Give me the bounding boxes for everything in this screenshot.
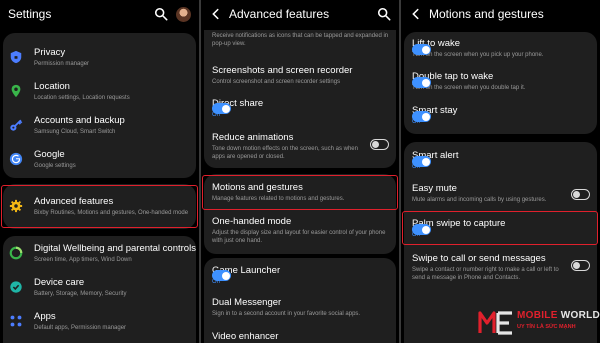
item-one-handed-mode[interactable]: One-handed mode Adjust the display size … <box>204 211 396 251</box>
item-game-launcher[interactable]: Game Launcher On <box>204 260 396 290</box>
swipe-to-call-toggle[interactable] <box>571 260 590 271</box>
item-video-enhancer[interactable]: Video enhancer <box>204 326 396 343</box>
item-lift-to-wake[interactable]: Lift to wake Turn on the screen when you… <box>404 33 597 66</box>
advanced-group-1: Receive notifications as icons that can … <box>204 30 396 168</box>
highlight-box <box>402 211 598 245</box>
page-title: Motions and gestures <box>429 7 544 21</box>
item-title: Easy mute <box>412 183 457 194</box>
google-icon <box>9 152 23 166</box>
item-subtitle: Battery, Storage, Memory, Security <box>34 291 127 297</box>
motions-group-1: Lift to wake Turn on the screen when you… <box>404 32 597 134</box>
item-title: Location <box>34 81 70 92</box>
lift-to-wake-toggle[interactable] <box>412 44 431 55</box>
top-note-row: Receive notifications as icons that can … <box>204 30 396 54</box>
item-subtitle: Tone down motion effects on the screen, … <box>212 146 358 160</box>
item-subtitle: Samsung Cloud, Smart Switch <box>34 129 116 135</box>
settings-header: Settings <box>0 0 199 28</box>
item-title: Swipe to call or send messages <box>412 253 546 264</box>
item-subtitle: Receive notifications as icons that can … <box>212 33 389 47</box>
item-double-tap-wake[interactable]: Double tap to wake Turn on the screen wh… <box>404 66 597 99</box>
item-subtitle: Mute alarms and incoming calls by using … <box>412 197 547 203</box>
page-title: Advanced features <box>229 7 330 21</box>
back-arrow-icon[interactable] <box>209 7 223 21</box>
settings-item-privacy[interactable]: Privacy Permission manager <box>3 43 196 77</box>
item-title: Privacy <box>34 47 66 58</box>
motions-gestures-header: Motions and gestures <box>401 0 600 28</box>
highlight-box <box>1 185 198 228</box>
advanced-group-3: Game Launcher On Dual Messenger Sign in … <box>204 258 396 343</box>
logo-mark-icon <box>478 311 512 335</box>
wellbeing-icon <box>9 246 23 260</box>
location-pin-icon <box>11 84 21 98</box>
direct-share-toggle[interactable] <box>212 103 231 114</box>
item-subtitle: Swipe a contact or number right to make … <box>412 267 559 281</box>
smart-alert-toggle[interactable] <box>412 156 431 167</box>
avatar[interactable] <box>176 6 191 22</box>
settings-group-1: Privacy Permission manager Location Loca… <box>3 33 196 178</box>
game-launcher-toggle[interactable] <box>212 270 231 281</box>
item-subtitle: Control screenshot and screen recorder s… <box>212 79 341 85</box>
item-title: One-handed mode <box>212 216 292 227</box>
item-subtitle: Screen time, App timers, Wind Down <box>34 257 132 263</box>
item-smart-alert[interactable]: Smart alert On <box>404 145 597 177</box>
double-tap-wake-toggle[interactable] <box>412 77 431 88</box>
item-subtitle: Sign in to a second account in your favo… <box>212 311 361 317</box>
motions-gestures-panel: Motions and gestures Lift to wake Turn o… <box>401 0 600 343</box>
item-title: Accounts and backup <box>34 115 125 126</box>
item-reduce-animations[interactable]: Reduce animations Tone down motion effec… <box>204 127 396 167</box>
item-title: Dual Messenger <box>212 297 282 308</box>
item-swipe-to-call[interactable]: Swipe to call or send messages Swipe a c… <box>404 248 597 290</box>
apps-grid-icon <box>10 315 22 327</box>
item-subtitle: Permission manager <box>34 61 90 67</box>
reduce-animations-toggle[interactable] <box>370 139 389 150</box>
key-icon <box>10 119 23 131</box>
settings-item-digital-wellbeing[interactable]: Digital Wellbeing and parental controls … <box>3 239 196 273</box>
search-icon[interactable] <box>377 7 391 21</box>
logo-name-main: MOBILE <box>517 310 558 321</box>
item-subtitle: Turn on the screen when you pick up your… <box>412 52 544 58</box>
settings-item-google[interactable]: Google Google settings <box>3 145 196 178</box>
search-icon[interactable] <box>154 7 168 21</box>
advanced-features-header: Advanced features <box>201 0 399 28</box>
item-screenshots-recorder[interactable]: Screenshots and screen recorder Control … <box>204 60 396 94</box>
item-subtitle: Location settings, Location requests <box>34 95 130 101</box>
item-title: Device care <box>34 277 85 288</box>
logo-name-accent: WORLD <box>560 310 600 321</box>
highlight-box <box>202 175 398 210</box>
item-subtitle: Google settings <box>34 163 76 169</box>
mobile-world-logo: MOBILE WORLD UY TÍN LÀ SỨC MẠNH <box>478 305 600 339</box>
item-title: Video enhancer <box>212 331 279 342</box>
item-title: Apps <box>34 311 56 322</box>
item-direct-share[interactable]: Direct share On <box>204 93 396 123</box>
item-subtitle: Default apps, Permission manager <box>34 325 127 331</box>
logo-tagline: UY TÍN LÀ SỨC MẠNH <box>517 324 576 330</box>
settings-item-apps[interactable]: Apps Default apps, Permission manager <box>3 307 196 341</box>
advanced-features-panel: Advanced features Receive notifications … <box>201 0 399 343</box>
smart-stay-toggle[interactable] <box>412 111 431 122</box>
item-subtitle: Turn on the screen when you double tap i… <box>412 85 526 91</box>
item-smart-stay[interactable]: Smart stay On <box>404 100 597 133</box>
back-arrow-icon[interactable] <box>409 7 423 21</box>
item-dual-messenger[interactable]: Dual Messenger Sign in to a second accou… <box>204 292 396 324</box>
settings-item-location[interactable]: Location Location settings, Location req… <box>3 77 196 111</box>
easy-mute-toggle[interactable] <box>571 189 590 200</box>
logo-name: MOBILE WORLD <box>517 310 600 321</box>
item-title: Screenshots and screen recorder <box>212 65 353 76</box>
settings-item-accounts[interactable]: Accounts and backup Samsung Cloud, Smart… <box>3 111 196 145</box>
item-title: Digital Wellbeing and parental controls <box>34 243 196 254</box>
item-title: Google <box>34 149 65 160</box>
item-title: Reduce animations <box>212 132 294 143</box>
settings-panel: Settings Privacy Permission manager Loca… <box>0 0 199 343</box>
device-care-icon <box>10 281 22 293</box>
settings-group-3: Digital Wellbeing and parental controls … <box>3 236 196 343</box>
page-title: Settings <box>8 7 52 21</box>
settings-item-device-care[interactable]: Device care Battery, Storage, Memory, Se… <box>3 273 196 307</box>
shield-icon <box>10 50 22 64</box>
item-easy-mute[interactable]: Easy mute Mute alarms and incoming calls… <box>404 178 597 211</box>
item-subtitle: Adjust the display size and layout for e… <box>212 230 386 244</box>
